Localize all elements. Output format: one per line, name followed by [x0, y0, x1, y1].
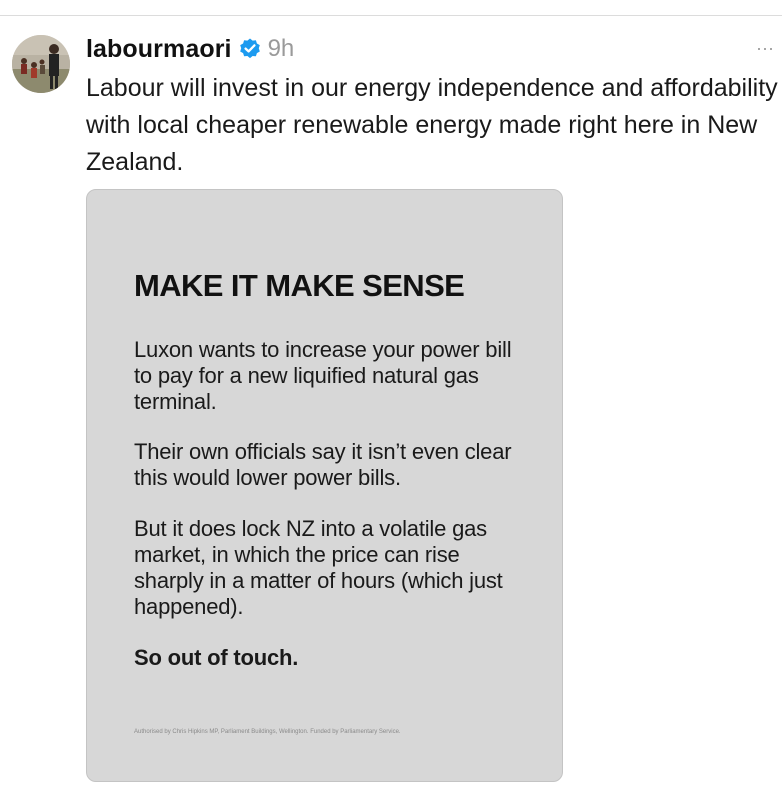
image-footer-authorisation: Authorised by Chris Hipkins MP, Parliame… [134, 729, 401, 735]
avatar[interactable] [12, 35, 70, 93]
post-header: labourmaori 9h [86, 33, 294, 65]
image-heading: MAKE IT MAKE SENSE [134, 268, 465, 303]
image-paragraph-2: Their own officials say it isn’t even cl… [134, 439, 512, 490]
image-paragraph-1: Luxon wants to increase your power bill … [134, 337, 512, 414]
timestamp: 9h [267, 35, 295, 62]
verified-badge-icon [238, 37, 262, 61]
image-paragraph-3: But it does lock NZ into a volatile gas … [134, 516, 503, 619]
post-caption: Labour will invest in our energy indepen… [86, 74, 778, 176]
more-options-icon[interactable]: ··· [752, 36, 778, 60]
image-paragraph-4: So out of touch. [134, 645, 299, 670]
post: labourmaori 9h ··· Labour will invest in… [0, 0, 782, 793]
post-image[interactable]: MAKE IT MAKE SENSE Luxon wants to increa… [86, 189, 563, 782]
username[interactable]: labourmaori [86, 35, 232, 64]
